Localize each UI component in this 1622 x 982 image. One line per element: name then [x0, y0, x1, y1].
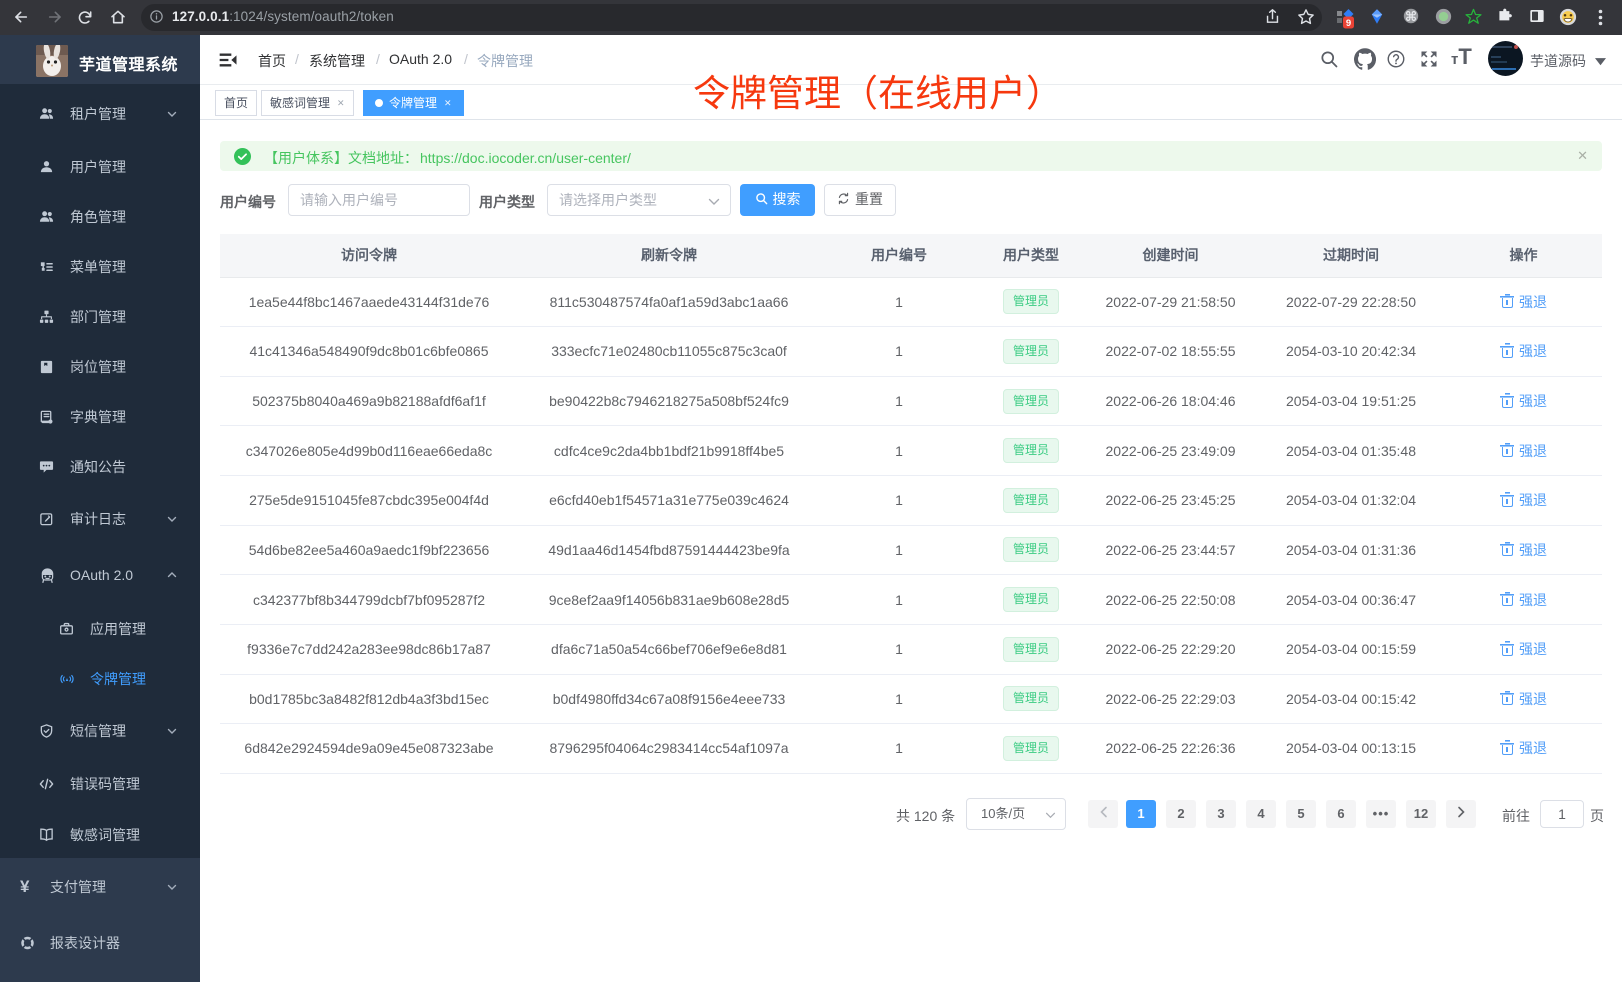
svg-text:9: 9	[1346, 18, 1351, 29]
